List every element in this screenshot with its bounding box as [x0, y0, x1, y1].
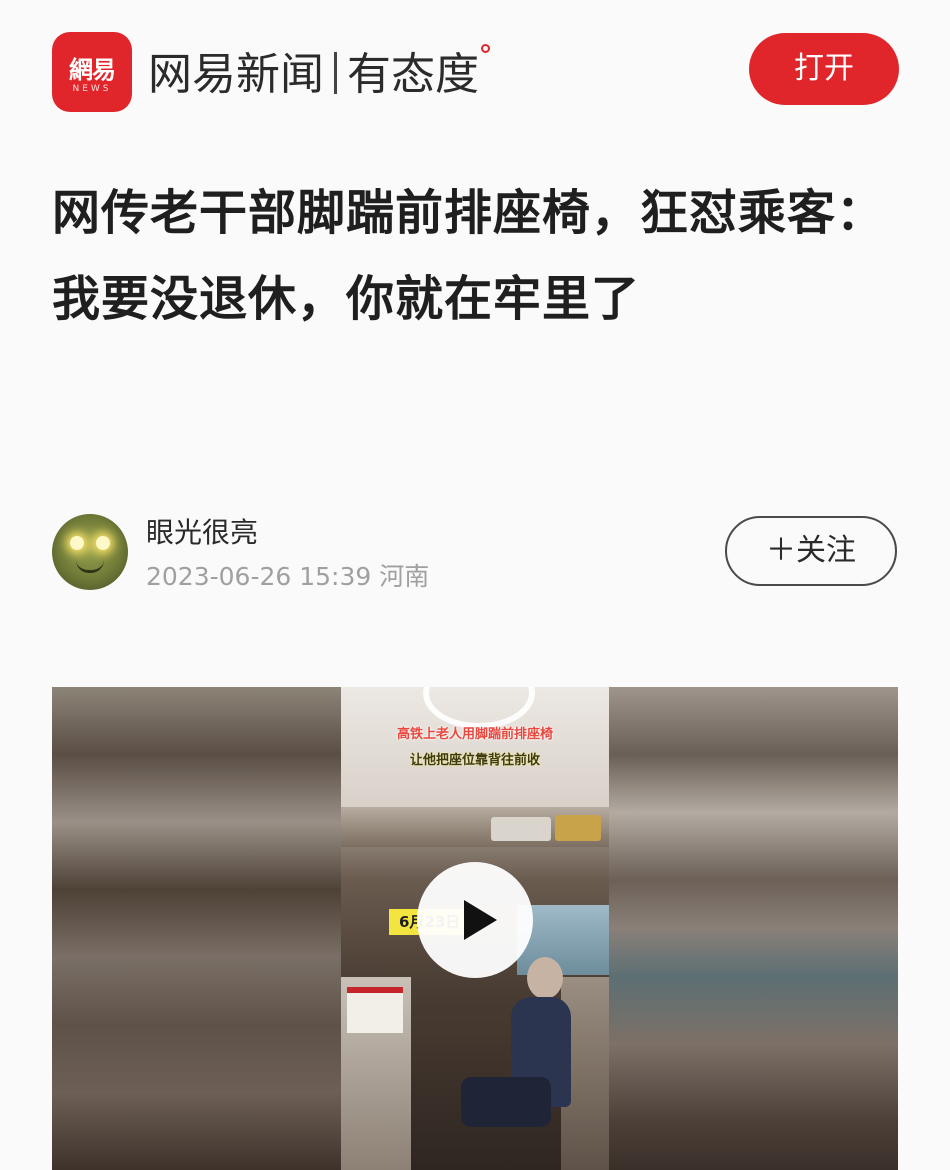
passenger-figure	[461, 957, 571, 1170]
luggage-item	[491, 817, 551, 841]
open-app-button[interactable]: 打开	[749, 33, 899, 105]
video-caption-line1: 高铁上老人用脚踹前排座椅	[396, 727, 553, 742]
avatar-eye-right	[96, 536, 110, 550]
publish-timestamp: 2023-06-26 15:39	[146, 562, 372, 591]
video-blur-background-right	[609, 687, 898, 1170]
brand-divider	[334, 52, 337, 94]
article-page: 網易 NEWS 网易新闻 有态度 打开 网传老干部脚踹前排座椅，狂怼乘客：我要没退…	[0, 0, 950, 1170]
author-avatar[interactable]	[52, 514, 128, 590]
video-player[interactable]: 高铁上老人用脚踹前排座椅 让他把座位靠背往前收 6月23日	[52, 687, 898, 1170]
netease-news-logo[interactable]: 網易 NEWS	[52, 32, 132, 112]
avatar-eye-left	[70, 536, 84, 550]
passenger-legs	[461, 1077, 551, 1127]
logo-subtext: NEWS	[72, 84, 112, 94]
article-title: 网传老干部脚踹前排座椅，狂怼乘客：我要没退休，你就在牢里了	[52, 185, 886, 327]
author-name[interactable]: 眼光很亮	[146, 515, 258, 551]
article-meta: 2023-06-26 15:39 河南	[146, 560, 429, 594]
video-blur-background-left	[52, 687, 341, 1170]
app-header: 網易 NEWS 网易新闻 有态度 打开	[0, 0, 950, 150]
play-button[interactable]	[417, 862, 533, 978]
registered-dot-icon	[481, 44, 490, 53]
luggage-item	[555, 815, 601, 841]
brand-name: 网易新闻	[148, 49, 324, 100]
brand-slogan: 有态度	[347, 49, 479, 100]
seat-headrest-cover	[347, 987, 403, 1033]
avatar-mouth	[76, 560, 104, 573]
logo-text: 網易	[69, 56, 116, 84]
video-caption-line2: 让他把座位靠背往前收	[409, 753, 540, 768]
brand-title: 网易新闻 有态度	[148, 40, 490, 110]
publish-location: 河南	[379, 562, 430, 591]
play-icon	[464, 900, 497, 940]
follow-button[interactable]: ＋关注	[725, 516, 897, 586]
